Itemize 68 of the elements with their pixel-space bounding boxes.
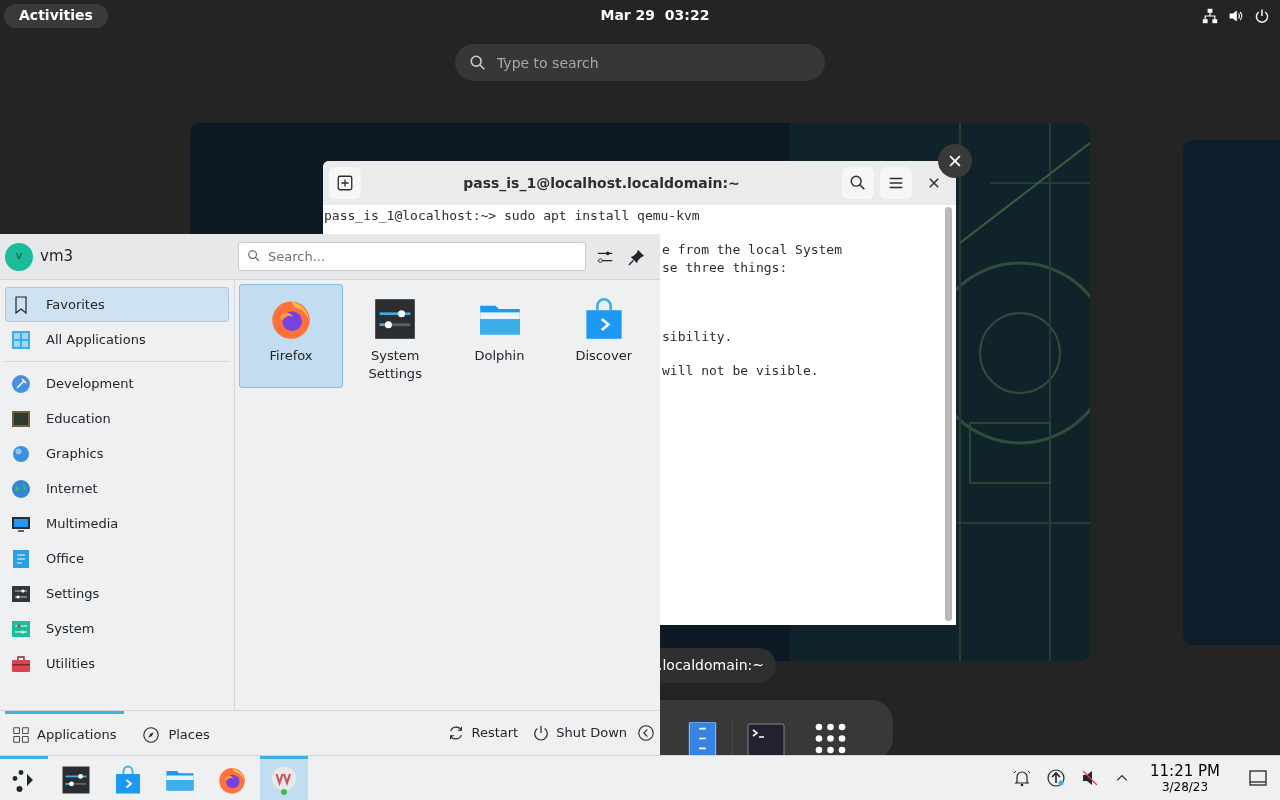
shopping-bag-icon	[113, 764, 143, 795]
network-icon[interactable]	[1202, 7, 1218, 24]
user-avatar[interactable]: v	[5, 242, 33, 271]
sliders-icon	[11, 583, 31, 604]
file-cabinet-icon[interactable]	[686, 722, 719, 755]
back-icon[interactable]	[637, 724, 655, 742]
clock[interactable]: Mar 29 03:22	[600, 5, 710, 26]
close-icon	[948, 154, 962, 168]
sphere-icon	[11, 443, 31, 464]
scrollbar[interactable]	[945, 207, 952, 621]
close-icon	[928, 177, 940, 189]
app-grid-icon	[11, 329, 31, 350]
app-grid-icon	[13, 726, 29, 743]
category-item[interactable]: Education	[5, 401, 229, 436]
category-item[interactable]: Favorites	[5, 287, 229, 322]
search-icon	[469, 54, 487, 72]
app-tile[interactable]: Firefox	[239, 284, 343, 388]
app-tile[interactable]: Dolphin	[447, 284, 552, 388]
restart-button[interactable]: Restart	[443, 723, 523, 743]
menu-button[interactable]	[880, 167, 912, 199]
digital-clock[interactable]: 11:21 PM 3/28/23	[1150, 762, 1220, 794]
muted-speaker-icon[interactable]	[1080, 768, 1100, 788]
new-tab-button[interactable]	[329, 167, 361, 199]
pin-icon[interactable]	[628, 247, 646, 266]
search-icon	[849, 174, 867, 192]
activities-button[interactable]: Activities	[4, 3, 108, 28]
toolbox-icon	[11, 653, 31, 674]
category-item[interactable]: Office	[5, 541, 229, 576]
hammer-icon	[11, 373, 31, 394]
category-item[interactable]: Graphics	[5, 436, 229, 471]
power-icon	[532, 724, 551, 742]
control-panel-icon	[11, 618, 31, 639]
plus-icon	[336, 174, 354, 192]
sliders-icon	[61, 764, 91, 795]
sliders-icon	[373, 297, 418, 341]
chalkboard-icon	[11, 408, 31, 429]
search-icon	[247, 249, 261, 263]
globe-icon	[11, 478, 31, 499]
terminal-line: pass_is_1@localhost:~> sudo apt install qemu-kvm	[323, 207, 701, 225]
category-item[interactable]: Utilities	[5, 646, 229, 681]
search-field[interactable]: Type to search	[455, 44, 825, 81]
category-item[interactable]: Development	[5, 366, 229, 401]
app-tile[interactable]: Discover	[551, 284, 656, 388]
terminal-line: will not be visible.	[662, 362, 820, 380]
terminal-line: e from the local System	[662, 241, 843, 259]
app-tile[interactable]: System Settings	[343, 284, 448, 388]
shut-down-button[interactable]: Shut Down	[528, 723, 631, 743]
terminal-line: sibility.	[662, 327, 734, 346]
terminal-line: se three things:	[662, 258, 789, 276]
bell-icon[interactable]	[1012, 768, 1032, 788]
search-field[interactable]: Search...	[238, 242, 586, 271]
compass-icon	[142, 725, 161, 744]
search-button[interactable]	[842, 167, 874, 199]
virt-manager-icon	[269, 764, 299, 795]
tab[interactable]: Places	[134, 710, 218, 756]
power-icon[interactable]	[1254, 7, 1270, 24]
category-item[interactable]: All Applications	[5, 322, 229, 357]
window-title: pass_is_1@localhost.localdomain:~	[462, 173, 741, 194]
category-item[interactable]: Internet	[5, 471, 229, 506]
app-grid-icon[interactable]	[814, 722, 847, 755]
category-item[interactable]: Settings	[5, 576, 229, 611]
category-item[interactable]: System	[5, 611, 229, 646]
category-item[interactable]: Multimedia	[5, 506, 229, 541]
document-icon	[11, 548, 31, 569]
show-desktop-icon[interactable]	[1248, 768, 1268, 788]
terminal-icon[interactable]	[746, 722, 786, 755]
user-name: vm3	[40, 246, 74, 268]
update-icon[interactable]	[1046, 768, 1066, 788]
